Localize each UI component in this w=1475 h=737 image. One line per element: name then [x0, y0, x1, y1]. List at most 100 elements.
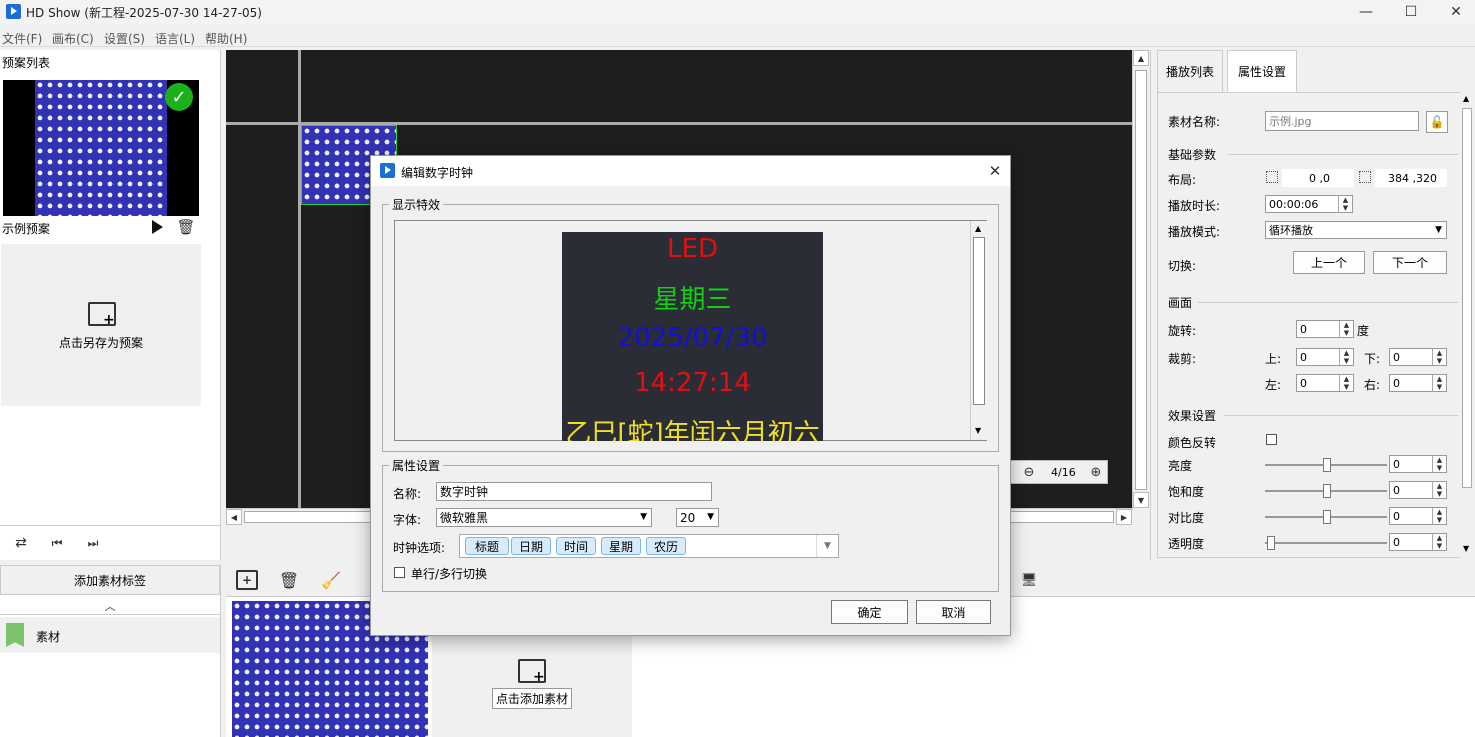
crop-top-field[interactable]: 0 ▲ ▼: [1296, 348, 1354, 366]
collapse-icon[interactable]: ︿: [0, 597, 220, 615]
clock-option-date[interactable]: 日期: [511, 537, 551, 555]
position-icon: [1266, 171, 1278, 183]
scroll-thumb[interactable]: [1462, 108, 1472, 488]
crop-right-value: 0: [1393, 376, 1400, 390]
rotate-field[interactable]: 0 ▲ ▼: [1296, 320, 1354, 338]
play-mode-select[interactable]: 循环播放 ▼: [1265, 221, 1447, 239]
effect-section: 效果设置: [1168, 409, 1217, 423]
duration-field[interactable]: 00:00:06 ▲ ▼: [1265, 195, 1353, 213]
save-as-preset-area[interactable]: + 点击另存为预案: [1, 244, 201, 406]
crop-right-field[interactable]: 0 ▲ ▼: [1389, 374, 1447, 392]
material-name-field[interactable]: 示例.jpg: [1265, 111, 1419, 131]
minimize-button[interactable]: —: [1343, 0, 1389, 24]
contrast-spinner[interactable]: ▲ ▼: [1432, 508, 1446, 524]
cancel-button[interactable]: 取消: [916, 600, 991, 624]
menu-language[interactable]: 语言(L): [155, 30, 195, 47]
scroll-up-icon[interactable]: ▲: [975, 224, 981, 233]
menu-help[interactable]: 帮助(H): [205, 30, 247, 47]
chevron-down-icon[interactable]: ▼: [816, 535, 838, 557]
crop-right-label: 右:: [1364, 378, 1381, 392]
section-divider: [1224, 415, 1458, 416]
previous-button[interactable]: 上一个: [1293, 251, 1365, 274]
next-button[interactable]: 下一个: [1373, 251, 1447, 274]
zoom-in-icon[interactable]: ⊕: [1088, 464, 1104, 480]
tag-item[interactable]: 素材: [0, 617, 220, 653]
contrast-field[interactable]: 0 ▲ ▼: [1389, 507, 1447, 525]
led-lunar-text: 乙巳[蛇]年闰六月初六: [565, 419, 820, 441]
preview-scrollbar[interactable]: ▲ ▼: [970, 221, 987, 440]
properties-content: 素材名称: 示例.jpg 🔓 基础参数 布局: 0 ,0 384 ,320 播放…: [1157, 92, 1461, 558]
scroll-down-icon[interactable]: ▼: [1463, 544, 1469, 553]
preset-thumbnail[interactable]: ✓: [3, 80, 199, 216]
crop-bottom-spinner[interactable]: ▲ ▼: [1432, 349, 1446, 365]
scroll-right-icon[interactable]: ▶: [1116, 509, 1132, 525]
ok-button[interactable]: 确定: [831, 600, 908, 624]
opacity-field[interactable]: 0 ▲ ▼: [1389, 533, 1447, 551]
maximize-button[interactable]: ☐: [1388, 0, 1434, 24]
section-divider: [1198, 302, 1458, 303]
saturation-slider-thumb[interactable]: [1323, 484, 1331, 498]
delete-icon[interactable]: 🗑: [278, 569, 300, 591]
scroll-up-icon[interactable]: ▲: [1133, 50, 1149, 66]
scroll-down-icon[interactable]: ▼: [975, 426, 981, 435]
close-window-button[interactable]: ✕: [1433, 0, 1475, 24]
crop-top-value: 0: [1300, 350, 1307, 364]
lock-icon[interactable]: 🔓: [1426, 111, 1448, 133]
dialog-header: 编辑数字时钟 ✕: [371, 156, 1010, 186]
clean-icon[interactable]: 🧹: [320, 569, 342, 591]
scroll-down-icon[interactable]: ▼: [1133, 492, 1149, 508]
brightness-spinner[interactable]: ▲ ▼: [1432, 456, 1446, 472]
clock-option-lunar[interactable]: 农历: [646, 537, 686, 555]
tab-playlist[interactable]: 播放列表: [1157, 50, 1223, 92]
invert-checkbox[interactable]: [1266, 434, 1277, 445]
preset-list-title: 预案列表: [2, 56, 51, 70]
opacity-spinner[interactable]: ▲ ▼: [1432, 534, 1446, 550]
opacity-slider-thumb[interactable]: [1267, 536, 1275, 550]
crop-top-spinner[interactable]: ▲ ▼: [1339, 349, 1353, 365]
scroll-thumb[interactable]: [973, 237, 985, 405]
scroll-up-icon[interactable]: ▲: [1463, 94, 1469, 103]
brightness-slider-thumb[interactable]: [1323, 458, 1331, 472]
next-icon[interactable]: ⏭: [84, 535, 102, 551]
canvas-vertical-scrollbar[interactable]: ▲ ▼: [1132, 50, 1149, 510]
add-tag-button[interactable]: 添加素材标签: [0, 565, 220, 595]
loop-icon[interactable]: ⇄: [12, 535, 30, 551]
clock-name-input[interactable]: 数字时钟: [436, 482, 712, 501]
clock-option-weekday[interactable]: 星期: [601, 537, 641, 555]
crop-left-spinner[interactable]: ▲ ▼: [1339, 375, 1353, 391]
play-mode-label: 播放模式:: [1168, 225, 1221, 239]
crop-left-field[interactable]: 0 ▲ ▼: [1296, 374, 1354, 392]
font-select[interactable]: 微软雅黑 ▼: [436, 508, 652, 527]
layout-size-field[interactable]: 384 ,320: [1375, 169, 1447, 187]
zoom-out-icon[interactable]: ⊖: [1021, 464, 1037, 480]
brightness-field[interactable]: 0 ▲ ▼: [1389, 455, 1447, 473]
menu-file[interactable]: 文件(F): [2, 30, 42, 47]
dialog-close-icon[interactable]: ✕: [985, 161, 1005, 181]
layout-position-field[interactable]: 0 ,0: [1282, 169, 1354, 187]
saturation-field[interactable]: 0 ▲ ▼: [1389, 481, 1447, 499]
trash-icon[interactable]: 🗑: [176, 218, 195, 236]
multiline-checkbox[interactable]: [394, 567, 405, 578]
clock-option-title[interactable]: 标题: [465, 537, 509, 555]
add-folder-icon[interactable]: +: [236, 570, 258, 590]
contrast-slider-thumb[interactable]: [1323, 510, 1331, 524]
opacity-slider[interactable]: [1265, 542, 1387, 544]
clock-option-time[interactable]: 时间: [556, 537, 596, 555]
rotate-spinner[interactable]: ▲ ▼: [1339, 321, 1353, 337]
play-icon[interactable]: [150, 219, 164, 235]
screen-settings-icon[interactable]: 🖥: [1018, 571, 1040, 589]
tab-properties[interactable]: 属性设置: [1227, 50, 1297, 92]
scroll-left-icon[interactable]: ◀: [226, 509, 242, 525]
duration-spinner[interactable]: ▲ ▼: [1338, 196, 1352, 212]
menu-canvas[interactable]: 画布(C): [52, 30, 94, 47]
crop-bottom-field[interactable]: 0 ▲ ▼: [1389, 348, 1447, 366]
menu-settings[interactable]: 设置(S): [104, 30, 145, 47]
property-scrollbar[interactable]: ▲ ▼: [1460, 92, 1474, 558]
font-size-select[interactable]: 20 ▼: [676, 508, 719, 527]
check-icon: ✓: [165, 83, 193, 111]
previous-icon[interactable]: ⏮: [48, 535, 66, 551]
clock-options-select[interactable]: 标题 日期 时间 星期 农历 ▼: [459, 534, 839, 558]
saturation-spinner[interactable]: ▲ ▼: [1432, 482, 1446, 498]
crop-right-spinner[interactable]: ▲ ▼: [1432, 375, 1446, 391]
scroll-thumb[interactable]: [1135, 70, 1147, 490]
